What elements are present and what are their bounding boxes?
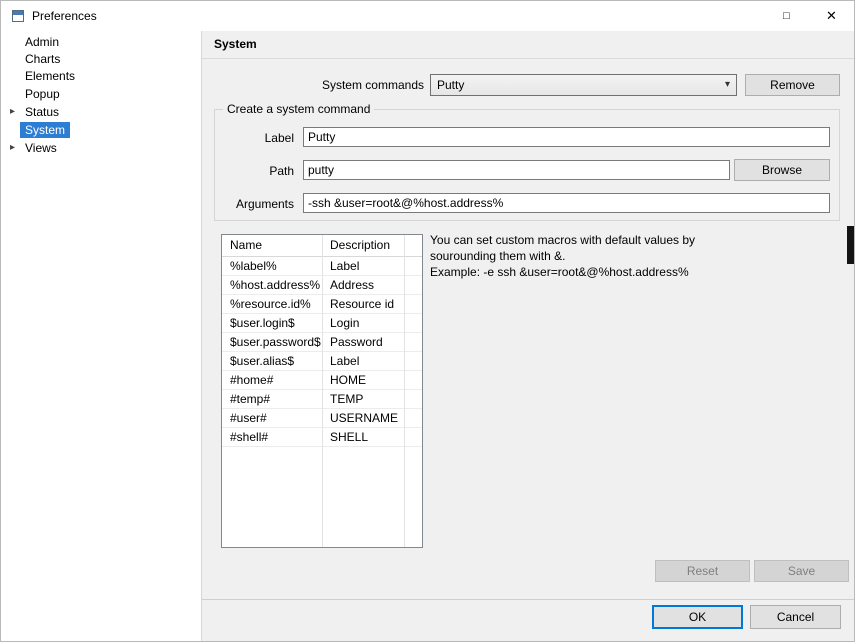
close-icon: ✕ (826, 8, 837, 24)
macro-description-cell: HOME (322, 371, 404, 389)
column-header-name: Name (222, 235, 322, 256)
sidebar-item-label: Popup (25, 87, 60, 101)
sidebar-item-elements[interactable]: Elements (1, 67, 201, 85)
cancel-button[interactable]: Cancel (750, 605, 841, 629)
arguments-input[interactable] (303, 193, 830, 213)
macro-name-cell: $user.login$ (222, 314, 322, 332)
macro-description-cell: TEMP (322, 390, 404, 408)
column-header-description: Description (322, 235, 404, 256)
sidebar-item-label: Elements (25, 69, 75, 83)
arguments-field-label: Arguments (215, 194, 294, 214)
macro-name-cell: #temp# (222, 390, 322, 408)
macro-description-cell: Login (322, 314, 404, 332)
sidebar-item-label: Views (25, 141, 57, 155)
maximize-button[interactable]: □ (764, 1, 809, 31)
macro-help-text: You can set custom macros with default v… (430, 232, 830, 280)
system-commands-dropdown[interactable]: Putty ▾ (430, 74, 737, 96)
macro-description-cell: Address (322, 276, 404, 294)
macro-description-cell: SHELL (322, 428, 404, 446)
macro-table: Name Description %label% Label %host.add… (221, 234, 423, 548)
macro-name-cell: #user# (222, 409, 322, 427)
app-icon (11, 9, 25, 23)
macro-name-cell: $user.alias$ (222, 352, 322, 370)
label-input[interactable] (303, 127, 830, 147)
macro-description-cell: Label (322, 257, 404, 275)
dropdown-value: Putty (437, 78, 464, 92)
macro-name-cell: %resource.id% (222, 295, 322, 313)
macro-description-cell: Label (322, 352, 404, 370)
path-field-label: Path (215, 161, 294, 181)
help-line: sourounding them with &. (430, 248, 830, 264)
preferences-window: Preferences □ ✕ Admin Charts Elements Po… (0, 0, 855, 642)
page-title: System (214, 31, 257, 58)
sidebar-item-popup[interactable]: Popup (1, 85, 201, 103)
macro-name-cell: #home# (222, 371, 322, 389)
title-bar[interactable]: Preferences □ ✕ (1, 1, 854, 31)
macro-description-cell: USERNAME (322, 409, 404, 427)
system-settings-panel: System System commands Putty ▾ Remove Cr… (202, 31, 854, 641)
system-commands-label: System commands (202, 74, 424, 96)
help-line: Example: -e ssh &user=root&@%host.addres… (430, 264, 830, 280)
macro-name-cell: %host.address% (222, 276, 322, 294)
close-button[interactable]: ✕ (809, 1, 854, 31)
column-divider (404, 235, 405, 547)
sidebar-item-status[interactable]: ▸ Status (1, 103, 201, 121)
group-title: Create a system command (223, 102, 374, 116)
macro-description-cell: Resource id (322, 295, 404, 313)
preferences-sidebar: Admin Charts Elements Popup ▸ Status Sys… (1, 31, 202, 641)
sidebar-item-label: Status (25, 105, 59, 119)
sidebar-item-system[interactable]: System (1, 121, 201, 139)
save-button[interactable]: Save (754, 560, 849, 582)
label-field-label: Label (215, 128, 294, 148)
chevron-down-icon: ▾ (725, 75, 730, 95)
sidebar-item-label: System (20, 122, 70, 138)
window-title: Preferences (32, 1, 97, 31)
macro-description-cell: Password (322, 333, 404, 351)
ok-button[interactable]: OK (652, 605, 743, 629)
macro-name-cell: %label% (222, 257, 322, 275)
sidebar-item-label: Admin (25, 35, 59, 49)
macro-name-cell: #shell# (222, 428, 322, 446)
chevron-right-icon[interactable]: ▸ (10, 103, 15, 121)
create-system-command-group: Create a system command Label Path Brows… (214, 109, 840, 221)
chevron-right-icon[interactable]: ▸ (10, 139, 15, 157)
panel-header: System (202, 31, 854, 59)
sidebar-item-charts[interactable]: Charts (1, 50, 201, 68)
reset-button[interactable]: Reset (655, 560, 750, 582)
remove-button[interactable]: Remove (745, 74, 840, 96)
maximize-icon: □ (783, 10, 790, 22)
sidebar-item-views[interactable]: ▸ Views (1, 139, 201, 157)
sidebar-item-label: Charts (25, 52, 60, 66)
sidebar-item-admin[interactable]: Admin (1, 33, 201, 51)
browse-button[interactable]: Browse (734, 159, 830, 181)
help-line: You can set custom macros with default v… (430, 232, 830, 248)
bottom-divider (202, 599, 854, 600)
path-input[interactable] (303, 160, 730, 180)
column-divider (322, 235, 323, 547)
foreign-window-fragment (847, 226, 854, 264)
macro-name-cell: $user.password$ (222, 333, 322, 351)
